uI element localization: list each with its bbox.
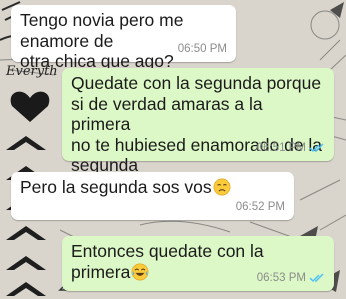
message-bubble-outgoing[interactable]: Entonces quedate con la primera 06:53 PM — [62, 236, 334, 291]
message-bubble-outgoing[interactable]: Quedate con la segunda porque si de verd… — [62, 68, 334, 175]
message-timestamp: 06:50 PM — [177, 42, 227, 55]
message-meta: 06:52 PM — [236, 197, 285, 218]
message-bubble-incoming[interactable]: Pero la segunda sos vos 06:52 PM — [11, 172, 294, 220]
heart-icon — [10, 91, 50, 122]
message-text-content: Entonces quedate con la primera — [71, 241, 264, 282]
message-meta: 06:53 PM — [257, 268, 325, 289]
double-check-read-icon — [309, 143, 324, 152]
double-check-read-icon — [309, 273, 324, 282]
tears-of-joy-emoji — [131, 263, 149, 280]
message-text: Pero la segunda sos vos — [20, 177, 285, 198]
disappointed-face-emoji — [213, 178, 231, 196]
message-bubble-incoming[interactable]: Tengo novia pero me enamore de otra chic… — [11, 5, 236, 71]
message-text-content: Pero la segunda sos vos — [20, 177, 212, 197]
message-timestamp: 06:52 PM — [235, 200, 285, 213]
message-timestamp: 06:53 PM — [256, 271, 306, 284]
message-meta: 06:50 PM — [178, 39, 227, 60]
message-text: Quedate con la segunda porque si de verd… — [71, 73, 323, 175]
message-timestamp: 06:51 PM — [256, 141, 306, 154]
message-meta: 06:51 PM — [257, 138, 325, 159]
